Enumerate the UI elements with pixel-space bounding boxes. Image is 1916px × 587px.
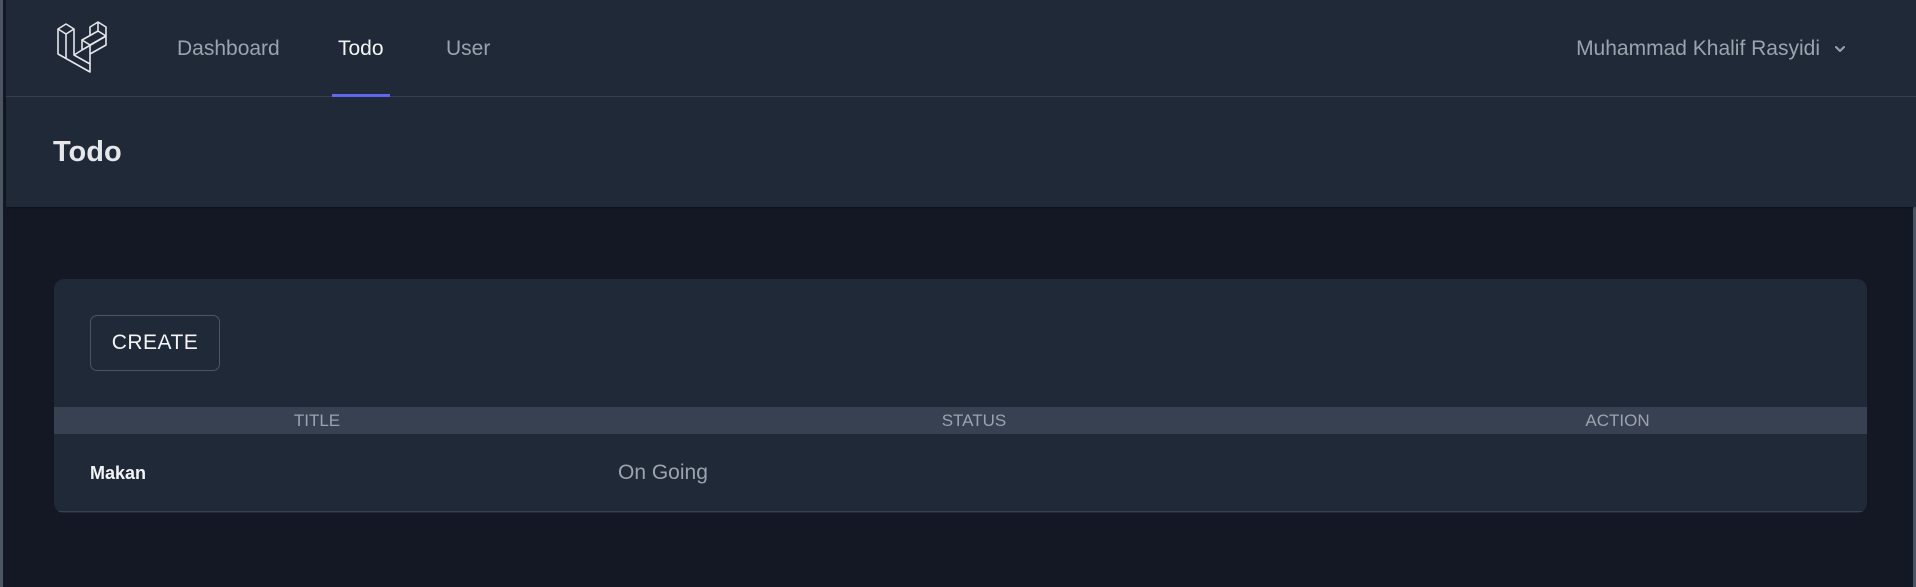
user-menu-dropdown[interactable]: Muhammad Khalif Rasyidi <box>1576 0 1848 97</box>
column-header-title: TITLE <box>293 410 341 430</box>
table-row: Makan On Going <box>54 434 1867 512</box>
page-title: Todo <box>53 135 122 168</box>
user-name: Muhammad Khalif Rasyidi <box>1576 36 1820 60</box>
nav-link-dashboard[interactable]: Dashboard <box>171 0 286 97</box>
app-window: Dashboard Todo User Muhammad Khalif Rasy… <box>0 0 1916 587</box>
top-navbar: Dashboard Todo User Muhammad Khalif Rasy… <box>6 0 1916 97</box>
laravel-logo-icon[interactable] <box>56 21 112 73</box>
todo-card: CREATE TITLE STATUS ACTION Makan On Goin… <box>54 279 1867 513</box>
chevron-down-icon <box>1835 45 1845 52</box>
table-header: TITLE STATUS ACTION <box>54 407 1867 434</box>
nav-link-user[interactable]: User <box>440 0 496 97</box>
create-button[interactable]: CREATE <box>90 315 220 371</box>
todo-title-cell: Makan <box>90 462 147 483</box>
page-header: Todo <box>6 97 1916 207</box>
todo-status-cell: On Going <box>618 461 708 484</box>
nav-link-todo[interactable]: Todo <box>332 0 390 97</box>
column-header-status: STATUS <box>941 410 1007 430</box>
column-header-action: ACTION <box>1585 410 1650 430</box>
